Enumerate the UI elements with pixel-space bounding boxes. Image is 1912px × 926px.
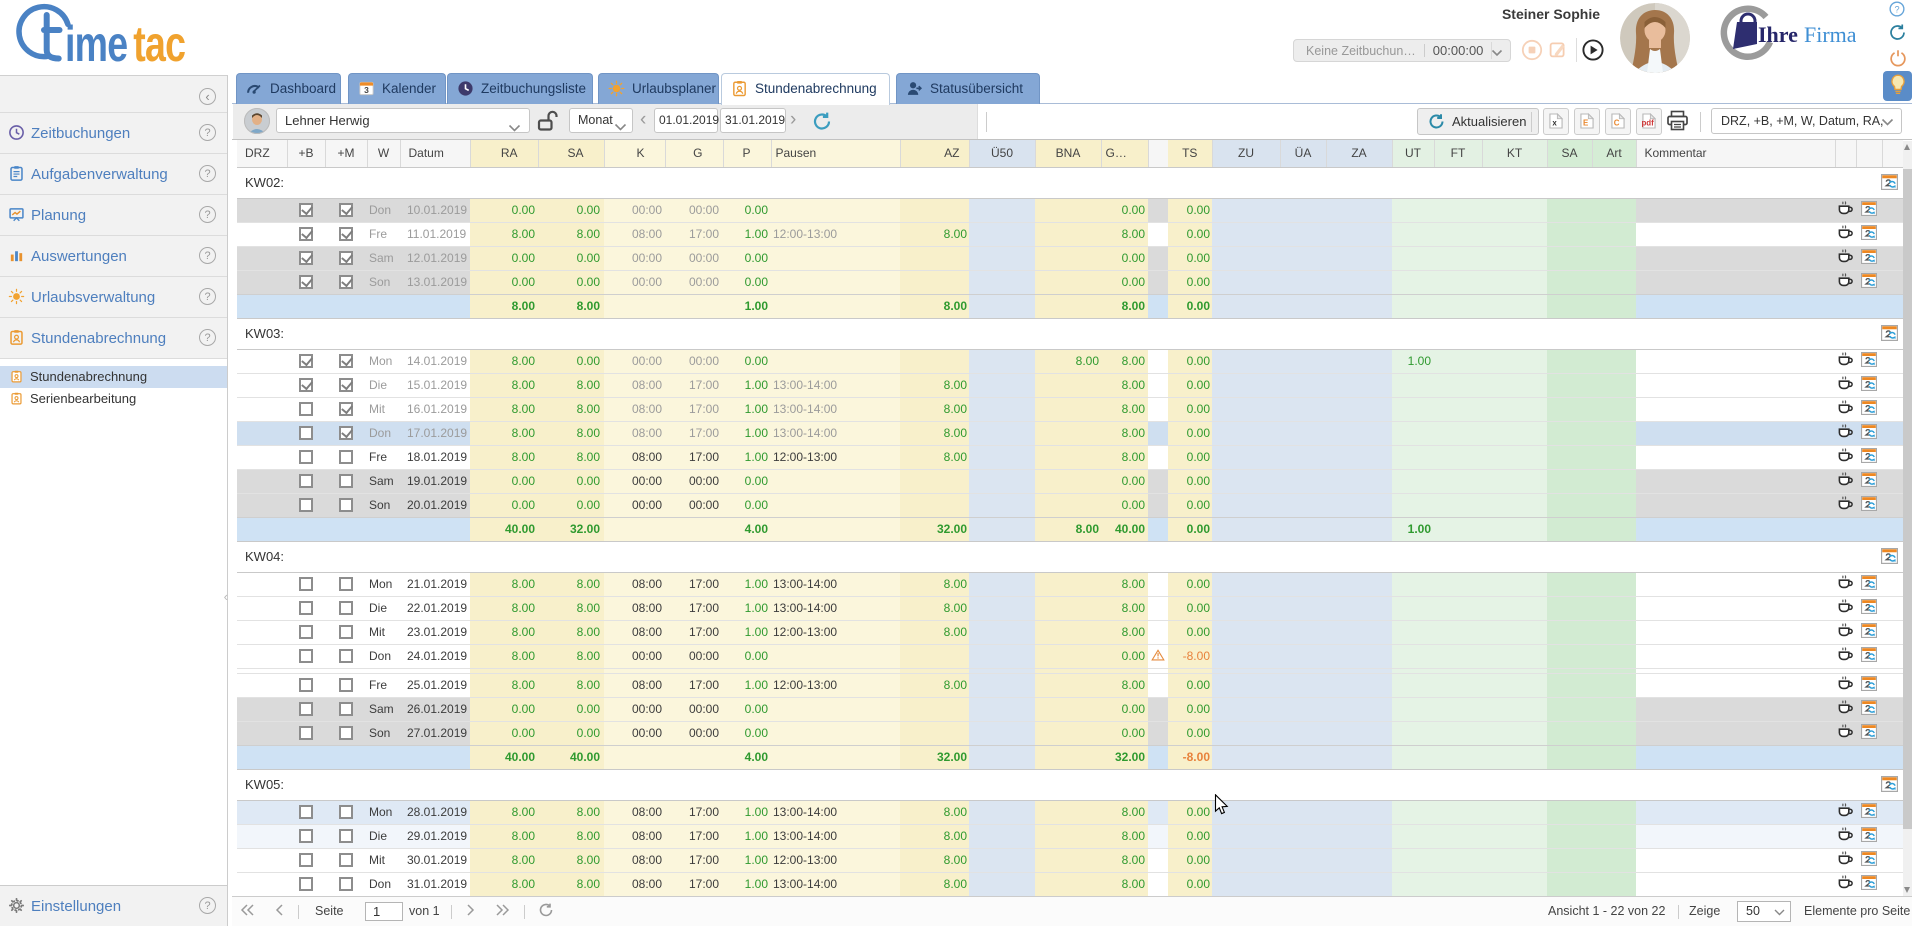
svg-text:pdf: pdf	[1642, 119, 1654, 128]
svg-text:C: C	[1614, 119, 1620, 128]
svg-text:x: x	[1552, 119, 1557, 128]
svg-text:3: 3	[364, 85, 369, 95]
svg-text:ime: ime	[65, 17, 128, 67]
svg-text:tac: tac	[133, 17, 185, 67]
svg-text:E: E	[1583, 119, 1588, 128]
